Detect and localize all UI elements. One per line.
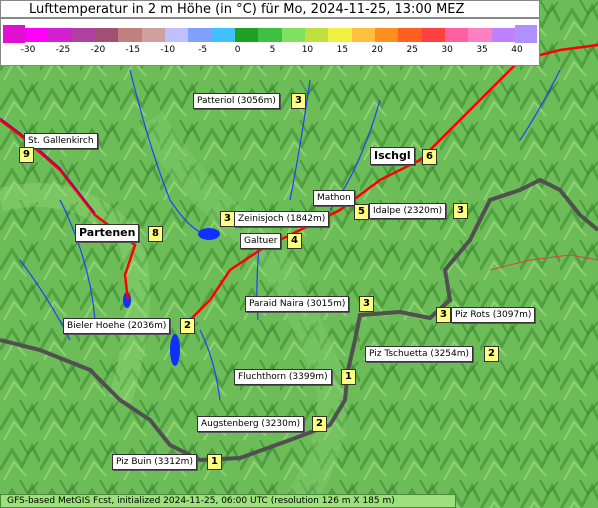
legend-color-segment xyxy=(188,28,213,42)
legend-color-segment xyxy=(398,28,423,42)
legend-tick-label: -30 xyxy=(20,45,36,55)
temperature-value-idalpe-2320m: 3 xyxy=(453,203,468,219)
legend-tick-label: 5 xyxy=(269,45,276,55)
legend-color-segment xyxy=(281,28,306,42)
legend-color-segment xyxy=(71,28,96,42)
place-label-zeinisjoch-1842m: Zeinisjoch (1842m) xyxy=(234,211,330,227)
temperature-value-piz-rots-3097m: 3 xyxy=(436,307,451,323)
legend-tick-label: 0 xyxy=(234,45,241,55)
legend-tick-label: 10 xyxy=(301,45,314,55)
legend-tick-label: -25 xyxy=(55,45,71,55)
place-label-patteriol-3056m: Patteriol (3056m) xyxy=(193,93,280,109)
legend-tick-label: -20 xyxy=(90,45,106,55)
legend-tick-label: -15 xyxy=(125,45,141,55)
legend-tick-label: -5 xyxy=(198,45,208,55)
legend-color-segment xyxy=(118,28,143,42)
place-label-piz-rots-3097m: Piz Rots (3097m) xyxy=(451,307,536,323)
legend-color-segment xyxy=(141,28,166,42)
place-label-partenen: Partenen xyxy=(75,224,140,242)
temperature-value-patteriol-3056m: 3 xyxy=(291,93,306,109)
legend-tick-label: 30 xyxy=(441,45,453,55)
temperature-value-galtuer: 4 xyxy=(287,233,302,249)
temperature-value-fluchthorn-3399m: 1 xyxy=(341,369,356,385)
place-label-ischgl: Ischgl xyxy=(370,147,415,165)
legend-min-cap xyxy=(3,25,25,43)
legend-color-segment xyxy=(491,28,516,42)
place-label-galtuer: Galtuer xyxy=(240,233,282,249)
legend-color-segment xyxy=(445,28,469,42)
legend-color-segment xyxy=(165,28,189,42)
legend-tick-label: 25 xyxy=(406,45,418,55)
legend-max-cap xyxy=(515,25,537,43)
temperature-legend: -30 -25 -20 -15 -10 -5 0 5 10 15 20 25 30 35 40 xyxy=(0,18,540,66)
temperature-value-mathon: 5 xyxy=(354,204,369,220)
place-label-fluchthorn-3399m: Fluchthorn (3399m) xyxy=(234,369,332,385)
place-label-piz-buin-3312m: Piz Buin (3312m) xyxy=(112,454,197,470)
temperature-value-augstenberg-3230m: 2 xyxy=(312,416,327,432)
place-label-st-gallenkirch: St. Gallenkirch xyxy=(24,133,98,149)
temperature-value-ischgl: 6 xyxy=(422,149,437,165)
temperature-value-piz-buin-3312m: 1 xyxy=(207,454,222,470)
legend-color-segment xyxy=(25,28,49,42)
legend-tick-label: 20 xyxy=(371,45,384,55)
temperature-value-paraid-naira-3015m: 3 xyxy=(359,296,374,312)
temperature-value-zeinisjoch-1842m: 3 xyxy=(220,211,235,227)
temperature-value-bieler-hoehe-2036m: 2 xyxy=(180,318,195,334)
temperature-value-st-gallenkirch: 9 xyxy=(19,147,34,163)
legend-color-segment xyxy=(351,28,376,42)
legend-color-segment xyxy=(375,28,399,42)
place-label-augstenberg-3230m: Augstenberg (3230m) xyxy=(197,416,305,432)
legend-tick-label: 40 xyxy=(511,45,523,55)
place-label-paraid-naira-3015m: Paraid Naira (3015m) xyxy=(245,296,350,312)
legend-color-segment xyxy=(211,28,236,42)
legend-tick-label: 35 xyxy=(476,45,488,55)
legend-color-segment xyxy=(48,28,73,42)
place-label-piz-tschuetta-3254m: Piz Tschuetta (3254m) xyxy=(365,346,474,362)
place-label-mathon: Mathon xyxy=(313,190,355,206)
place-label-idalpe-2320m: Idalpe (2320m) xyxy=(369,203,447,219)
place-label-bieler-hoehe-2036m: Bieler Hoehe (2036m) xyxy=(63,318,171,334)
legend-color-segment xyxy=(305,28,329,42)
legend-color-segment xyxy=(421,28,446,42)
legend-tick-label: -10 xyxy=(160,45,176,55)
legend-tick-label: 15 xyxy=(336,45,349,55)
legend-color-segment xyxy=(258,28,283,42)
temperature-value-piz-tschuetta-3254m: 2 xyxy=(484,346,499,362)
map-title: Lufttemperatur in 2 m Höhe (in °C) für M… xyxy=(0,0,540,18)
legend-color-segment xyxy=(95,28,119,42)
legend-color-segment xyxy=(468,28,493,42)
forecast-footer: GFS-based MetGIS Fcst, initialized 2024-… xyxy=(0,494,456,508)
temperature-value-partenen: 8 xyxy=(148,226,163,242)
legend-color-segment xyxy=(328,28,353,42)
legend-color-segment xyxy=(235,28,259,42)
